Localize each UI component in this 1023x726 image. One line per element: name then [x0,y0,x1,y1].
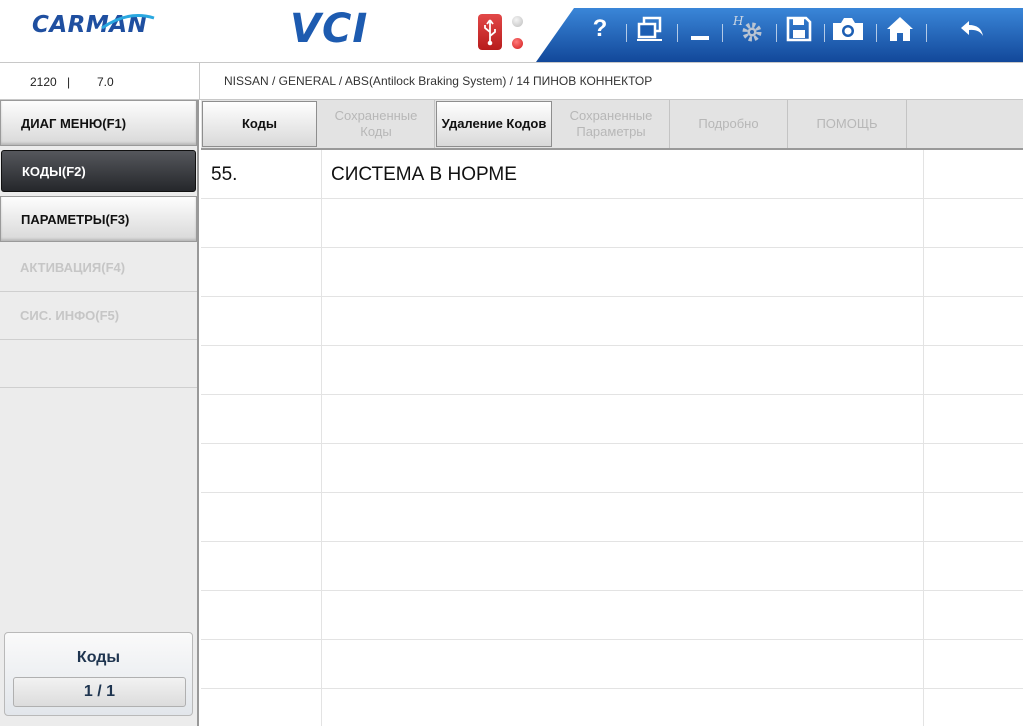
table-row-empty [201,248,1023,297]
sidebar: ДИАГ МЕНЮ(F1) КОДЫ(F2) ПАРАМЕТРЫ(F3) АКТ… [0,100,199,726]
toolbar-separator [926,24,927,42]
version-number: 2120 [30,75,57,89]
tab-clear-codes[interactable]: Удаление Кодов [436,101,552,147]
back-icon[interactable] [956,12,988,46]
status-led-red-icon [512,38,523,49]
codes-table: 55. СИСТЕМА В НОРМЕ [201,150,1023,726]
toolbar-separator [824,24,825,42]
info-bar: 2120 | 7.0 NISSAN / GENERAL / ABS(Antilo… [0,62,1023,100]
table-row-empty [201,640,1023,689]
table-row-empty [201,199,1023,248]
page-indicator-panel: Коды 1 / 1 [4,632,193,716]
table-row-empty [201,346,1023,395]
logo-swoosh-icon [101,14,155,30]
tab-codes[interactable]: Коды [202,101,317,147]
toolbar-separator [626,24,627,42]
home-icon[interactable] [884,12,916,46]
minimize-icon[interactable] [686,12,714,46]
settings-icon[interactable]: H [730,12,768,46]
tab-saved-codes: Сохраненные Коды [318,100,435,148]
page-indicator-title: Коды [76,649,121,666]
dtc-description: СИСТЕМА В НОРМЕ [331,164,517,185]
help-icon[interactable]: ? [587,12,613,46]
status-led-gray-icon [512,16,523,27]
save-icon[interactable] [784,12,814,46]
page-indicator-value: 1 / 1 [13,677,186,707]
table-row-empty [201,689,1023,726]
sidebar-item-parameters[interactable]: ПАРАМЕТРЫ(F3) [0,196,197,242]
tab-details: Подробно [670,100,788,148]
usb-connection-icon [478,14,502,50]
breadcrumb: NISSAN / GENERAL / ABS(Antilock Braking … [224,74,653,88]
sidebar-item-activation: АКТИВАЦИЯ(F4) [0,244,197,292]
table-row-empty [201,493,1023,542]
sidebar-item-diag-menu[interactable]: ДИАГ МЕНЮ(F1) [0,100,197,146]
table-row-empty [201,444,1023,493]
sidebar-empty-slot [0,340,197,388]
dtc-code: 55. [211,164,238,185]
app-window: CARMAN VCI ? H 2120 | 7.0 NISSAN / GENER… [0,0,1023,726]
tab-help: ПОМОЩЬ [788,100,907,148]
camera-icon[interactable] [830,12,866,46]
toolbar-separator [722,24,723,42]
toolbar-separator [677,24,678,42]
version-sub-number: 7.0 [97,75,114,89]
tab-saved-parameters: Сохраненные Параметры [553,100,670,148]
table-row-empty [201,395,1023,444]
header-bar: CARMAN VCI ? H [0,0,1023,62]
version-separator: | [67,75,71,89]
toolbar-separator [776,24,777,42]
svg-text:H: H [732,14,744,28]
table-row-empty [201,591,1023,640]
table-row-empty [201,542,1023,591]
window-restore-icon[interactable] [634,12,666,46]
sidebar-item-codes[interactable]: КОДЫ(F2) [1,150,196,192]
table-row-empty [201,297,1023,346]
toolbar-separator [876,24,877,42]
function-tabs: Коды Сохраненные Коды Удаление Кодов Сох… [201,100,1023,150]
app-title: VCI [290,6,369,52]
sidebar-item-system-info: СИС. ИНФО(F5) [0,292,197,340]
info-divider [199,63,200,100]
table-row[interactable]: 55. СИСТЕМА В НОРМЕ [201,150,1023,199]
